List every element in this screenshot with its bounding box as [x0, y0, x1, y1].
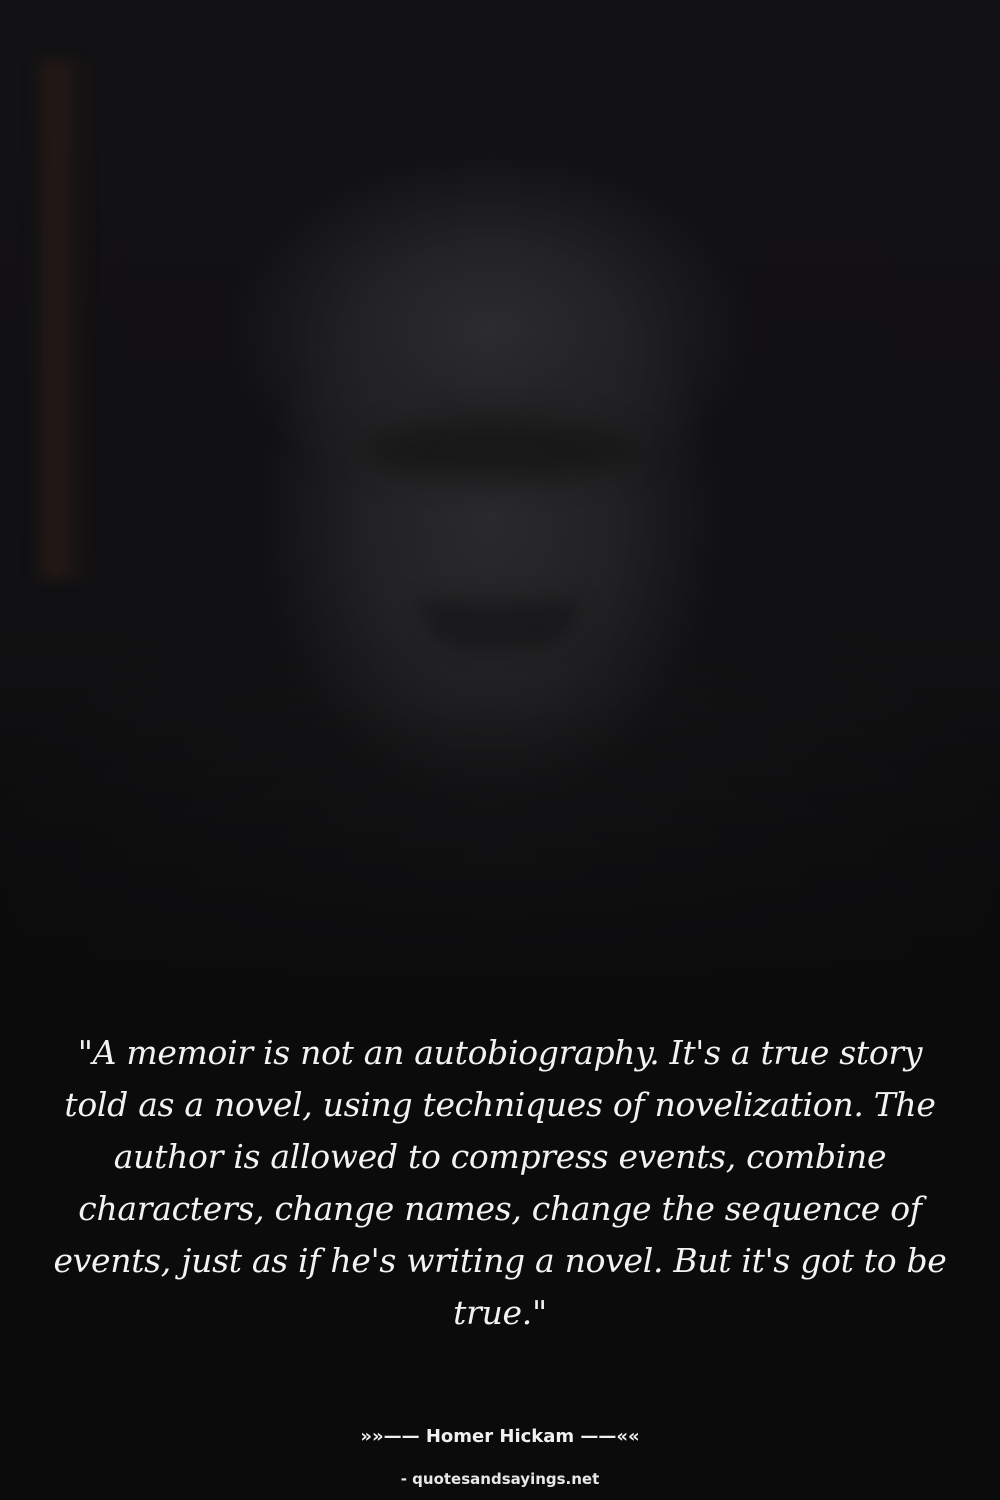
- quote-text: "A memoir is not an autobiography. It's …: [53, 1033, 947, 1332]
- source-watermark: - quotesandsayings.net: [400, 1470, 600, 1488]
- eye-shadow: [360, 420, 640, 480]
- quote-card: "A memoir is not an autobiography. It's …: [0, 0, 1000, 1500]
- smile-shadow: [420, 600, 580, 650]
- author-attribution: »»—— Homer Hickam ——««: [360, 1426, 640, 1447]
- author-portrait-photo: [0, 0, 1000, 1000]
- background-lamp: [30, 60, 90, 580]
- photo-bottom-fade: [0, 700, 1000, 1000]
